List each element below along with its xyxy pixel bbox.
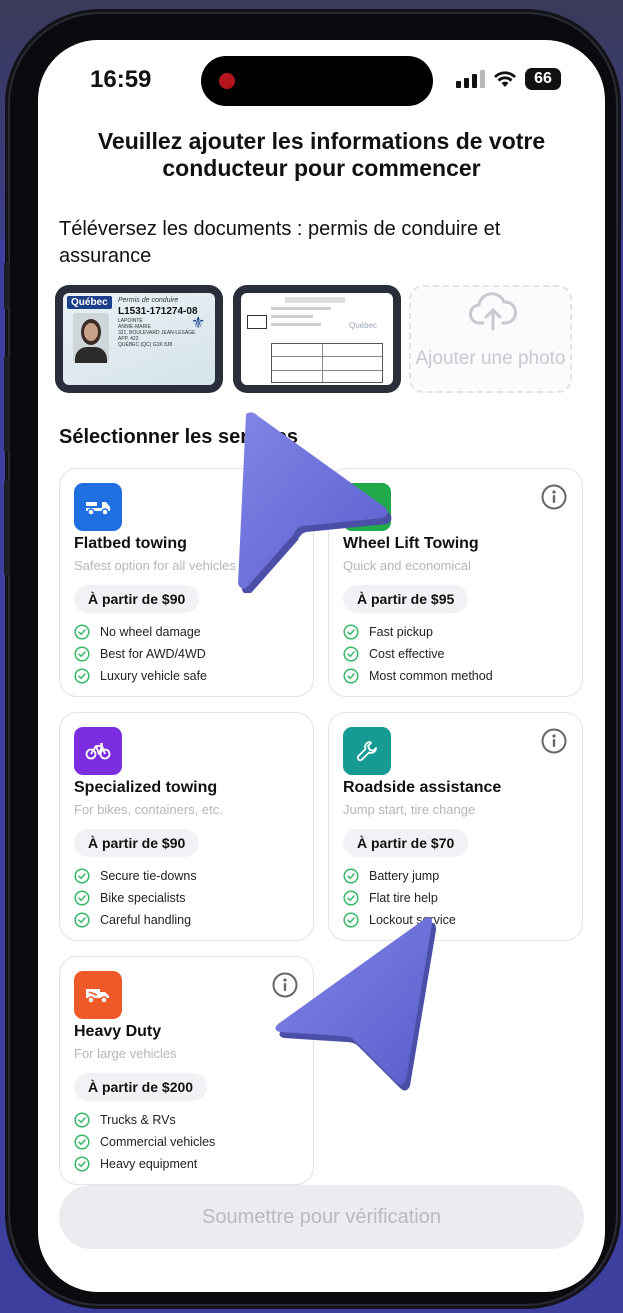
feature-item: Bike specialists	[74, 890, 185, 906]
check-circle-icon	[74, 624, 90, 640]
feature-text: Best for AWD/4WD	[100, 647, 206, 661]
service-price: À partir de $200	[74, 1073, 208, 1101]
feature-text: Careful handling	[100, 913, 192, 927]
feature-text: Flat tire help	[369, 891, 438, 905]
feature-item: Battery jump	[343, 868, 439, 884]
bike-icon	[74, 727, 122, 775]
fleur-de-lis-icon: ⚜	[191, 315, 206, 332]
service-price: À partir de $90	[74, 585, 200, 613]
feature-text: Heavy equipment	[100, 1157, 198, 1171]
check-circle-icon	[74, 1156, 90, 1172]
license-thumbnail[interactable]: Québec Permis de conduire L1531-171274-0…	[55, 285, 223, 393]
pointer-cursor-icon	[275, 916, 436, 1091]
insurance-thumbnail[interactable]: Québec	[233, 285, 401, 393]
service-title: Specialized towing	[74, 779, 218, 796]
insurance-header: Québec	[349, 321, 378, 330]
check-circle-icon	[74, 646, 90, 662]
feature-item: No wheel damage	[74, 624, 201, 640]
feature-item: Fast pickup	[343, 624, 433, 640]
license-address-line3: QUÉBEC (QC) G1K 8J8	[118, 342, 173, 348]
flatbed-truck-icon	[74, 483, 122, 531]
service-price: À partir de $70	[343, 829, 469, 857]
status-time: 16:59	[90, 66, 152, 93]
page-title: Veuillez ajouter les informations de vot…	[97, 128, 546, 181]
service-title: Flatbed towing	[74, 535, 187, 552]
feature-item: Best for AWD/4WD	[74, 646, 206, 662]
feature-text: Cost effective	[369, 647, 445, 661]
battery-indicator: 66	[525, 68, 561, 90]
license-header: Québec	[67, 296, 112, 309]
feature-item: Commercial vehicles	[74, 1134, 215, 1150]
side-button	[4, 262, 10, 310]
license-photo	[73, 313, 109, 363]
service-subtitle: Safest option for all vehicles	[74, 558, 236, 573]
status-icons: 66	[456, 68, 561, 90]
feature-item: Most common method	[343, 668, 493, 684]
feature-text: No wheel damage	[100, 625, 201, 639]
feature-text: Most common method	[369, 669, 493, 683]
feature-text: Luxury vehicle safe	[100, 669, 208, 683]
service-card-specialized[interactable]: Specialized towing For bikes, containers…	[59, 712, 314, 941]
feature-text: Commercial vehicles	[100, 1135, 216, 1149]
service-price: À partir de $90	[74, 829, 200, 857]
service-title: Heavy Duty	[74, 1023, 162, 1040]
feature-item: Trucks & RVs	[74, 1112, 176, 1128]
check-circle-icon	[74, 1134, 90, 1150]
service-subtitle: Jump start, tire change	[343, 802, 476, 817]
check-circle-icon	[343, 646, 359, 662]
service-subtitle: For large vehicles	[74, 1046, 177, 1061]
service-subtitle: For bikes, containers, etc.	[74, 802, 223, 817]
feature-item: Heavy equipment	[74, 1156, 197, 1172]
upload-documents-label: Téléversez les documents : permis de con…	[59, 218, 501, 267]
check-circle-icon	[343, 624, 359, 640]
feature-text: Battery jump	[369, 869, 440, 883]
info-icon[interactable]	[540, 727, 568, 755]
feature-item: Cost effective	[343, 646, 445, 662]
feature-text: Bike specialists	[100, 891, 186, 905]
feature-item: Flat tire help	[343, 890, 438, 906]
cloud-upload-icon	[469, 292, 517, 331]
app-screen: 16:59 66 Veuillez ajouter les informatio…	[38, 40, 605, 1292]
service-title: Roadside assistance	[343, 779, 502, 796]
submit-for-verification-button[interactable]: Soumettre pour vérification	[59, 1185, 584, 1249]
check-circle-icon	[74, 1112, 90, 1128]
feature-text: Trucks & RVs	[100, 1113, 176, 1127]
license-number: L1531-171274-08	[118, 306, 198, 317]
check-circle-icon	[343, 868, 359, 884]
check-circle-icon	[343, 890, 359, 906]
volume-up-button	[4, 356, 10, 452]
check-circle-icon	[74, 668, 90, 684]
wifi-icon	[494, 71, 516, 87]
feature-item: Careful handling	[74, 912, 191, 928]
feature-text: Secure tie-downs	[100, 869, 197, 883]
dynamic-island	[201, 56, 433, 106]
check-circle-icon	[343, 668, 359, 684]
pointer-cursor-icon	[238, 412, 392, 593]
info-icon[interactable]	[540, 483, 568, 511]
check-circle-icon	[74, 912, 90, 928]
volume-down-button	[4, 480, 10, 576]
recording-indicator-icon	[219, 73, 235, 89]
feature-text: Fast pickup	[369, 625, 433, 639]
service-card-roadside[interactable]: Roadside assistance Jump start, tire cha…	[328, 712, 583, 941]
check-circle-icon	[74, 890, 90, 906]
feature-item: Secure tie-downs	[74, 868, 197, 884]
add-photo-button[interactable]: Ajouter une photo	[409, 285, 572, 393]
wrench-icon	[343, 727, 391, 775]
feature-item: Luxury vehicle safe	[74, 668, 207, 684]
add-photo-label: Ajouter une photo	[415, 348, 566, 369]
license-doc-title: Permis de conduire	[118, 297, 179, 304]
heavy-truck-icon	[74, 971, 122, 1019]
check-circle-icon	[74, 868, 90, 884]
cellular-signal-icon	[456, 70, 485, 88]
